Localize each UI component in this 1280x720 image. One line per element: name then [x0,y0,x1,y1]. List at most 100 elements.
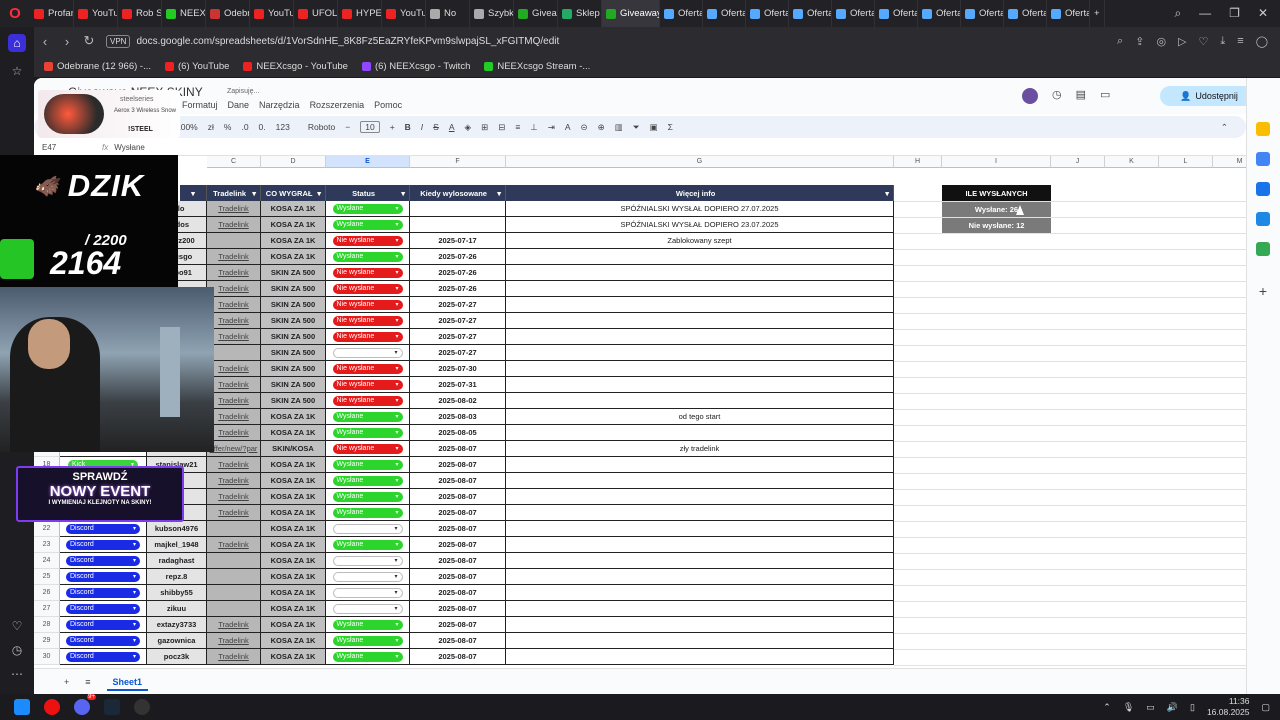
fill-color-icon[interactable]: ◈ [465,122,472,133]
status-chip[interactable]: Wysłane ▾ [332,475,403,486]
bookmark-item[interactable]: NEEXcsgo Stream -... [484,61,590,72]
row-header[interactable]: 23 [34,537,60,553]
strikethrough-icon[interactable]: S [433,122,439,132]
menu-item[interactable]: Dane [228,100,250,110]
status-chip[interactable]: Nie wysłane ▾ [332,299,403,310]
platform-cell[interactable]: Discord ▾ [60,617,147,633]
prize-cell[interactable]: KOSA ZA 1K [261,537,326,553]
url-field[interactable]: docs.google.com/spreadsheets/d/1VorSdnHE… [136,36,559,47]
more-icon[interactable]: ⋯ [8,665,26,683]
tradelink-cell[interactable]: Tradelink [207,313,261,329]
platform-cell[interactable]: Discord ▾ [60,633,147,649]
platform-cell[interactable]: Discord ▾ [60,569,147,585]
date-cell[interactable]: 2025-08-07 [410,617,506,633]
date-cell[interactable]: 2025-07-26 [410,249,506,265]
prize-cell[interactable]: SKIN ZA 500 [261,377,326,393]
menu-item[interactable]: Formatuj [182,100,218,110]
status-cell[interactable]: ▾ [326,345,410,361]
header-cell-user-dropdown[interactable]: ▾ [180,185,207,201]
tradelink-cell[interactable]: Tradelink [207,265,261,281]
status-chip[interactable]: Wysłane ▾ [332,219,403,230]
filter-dropdown-icon[interactable]: ▾ [401,189,409,198]
tradelink-cell[interactable]: Tradelink [207,633,261,649]
filter-dropdown-icon[interactable]: ▾ [885,189,893,198]
heart-icon[interactable]: ♡ [8,617,26,635]
bookmark-item[interactable]: (6) YouTube [165,61,229,72]
platform-cell[interactable]: Discord ▾ [60,553,147,569]
status-cell[interactable]: ▾ [326,569,410,585]
status-cell[interactable]: Nie wysłane ▾ [326,281,410,297]
home-icon[interactable]: ⌂ [8,34,26,52]
prize-cell[interactable]: KOSA ZA 1K [261,553,326,569]
status-chip[interactable]: ▾ [332,587,403,598]
volume-icon[interactable]: 🔊 [1167,702,1178,713]
currency-button[interactable]: zł [208,122,214,132]
contacts-icon[interactable] [1256,212,1270,226]
tasks-icon[interactable] [1256,182,1270,196]
browser-tab[interactable]: Szybki [470,0,514,27]
status-cell[interactable]: Wysłane ▾ [326,425,410,441]
prize-cell[interactable]: KOSA ZA 1K [261,249,326,265]
name-box[interactable]: E47 [34,143,90,152]
play-icon[interactable]: ▷ [1178,35,1186,48]
platform-chip[interactable]: Discord ▾ [66,587,140,598]
row-header[interactable]: 24 [34,553,60,569]
share-button[interactable]: 👤 Udostępnij [1160,86,1246,106]
add-addon-icon[interactable]: + [1256,284,1270,298]
browser-tab[interactable]: Oferta [660,0,703,27]
notifications-icon[interactable]: ▢ [1261,702,1270,713]
date-cell[interactable]: 2025-07-27 [410,297,506,313]
row-header[interactable]: 27 [34,601,60,617]
status-chip[interactable]: Nie wysłane ▾ [332,379,403,390]
date-cell[interactable]: 2025-08-07 [410,457,506,473]
browser-tab[interactable]: Oferta [875,0,918,27]
status-chip[interactable]: Wysłane ▾ [332,251,403,262]
browser-tab[interactable]: Oferta [918,0,961,27]
bookmark-item[interactable]: Odebrane (12 966) -... [44,61,151,72]
username-cell[interactable]: zikuu [147,601,207,617]
info-cell[interactable] [506,617,894,633]
tradelink-cell[interactable]: Tradelink [207,473,261,489]
status-chip[interactable]: ▾ [332,603,403,614]
browser-tab[interactable]: NEEXc [162,0,206,27]
chevron-up-icon[interactable]: ⌃ [1103,702,1111,713]
summary-title[interactable]: ILE WYSŁANYCH [942,185,1051,201]
date-cell[interactable]: 2025-08-07 [410,505,506,521]
tradelink-cell[interactable]: Tradelink [207,393,261,409]
status-cell[interactable]: ▾ [326,521,410,537]
info-cell[interactable] [506,345,894,361]
font-size-input[interactable]: 10 [360,121,380,133]
status-cell[interactable]: Wysłane ▾ [326,649,410,665]
menu-item[interactable]: Rozszerzenia [310,100,365,110]
tradelink-cell[interactable]: Tradelink [207,457,261,473]
date-cell[interactable]: 2025-07-27 [410,313,506,329]
row-header[interactable]: 29 [34,633,60,649]
status-cell[interactable]: Wysłane ▾ [326,457,410,473]
increase-decimal-button[interactable]: 0. [259,122,266,132]
prize-cell[interactable]: SKIN/KOSA [261,441,326,457]
info-cell[interactable]: zły tradelink [506,441,894,457]
status-cell[interactable]: Wysłane ▾ [326,249,410,265]
close-icon[interactable]: ✕ [1258,6,1268,21]
browser-tab[interactable]: YouTu [382,0,426,27]
column-header[interactable]: H [894,156,942,168]
username-cell[interactable]: extazy3733 [147,617,207,633]
platform-chip[interactable]: Discord ▾ [66,619,140,630]
column-header[interactable]: I [942,156,1051,168]
font-increase-icon[interactable]: + [390,122,395,132]
status-cell[interactable]: Nie wysłane ▾ [326,313,410,329]
italic-icon[interactable]: I [421,122,423,132]
prize-cell[interactable]: SKIN ZA 500 [261,361,326,377]
header-cell[interactable]: Tradelink ▾ [207,185,261,201]
merge-icon[interactable]: ⊟ [498,122,505,133]
status-chip[interactable]: ▾ [332,347,403,358]
column-header[interactable]: G [506,156,894,168]
menu-icon[interactable]: ≡ [1237,35,1243,48]
header-cell[interactable]: Więcej info ▾ [506,185,894,201]
status-chip[interactable]: Wysłane ▾ [332,427,403,438]
summary-sent[interactable]: Wysłane: 26 [942,201,1051,217]
info-cell[interactable] [506,649,894,665]
status-cell[interactable]: Nie wysłane ▾ [326,441,410,457]
info-cell[interactable] [506,361,894,377]
prize-cell[interactable]: SKIN ZA 500 [261,281,326,297]
